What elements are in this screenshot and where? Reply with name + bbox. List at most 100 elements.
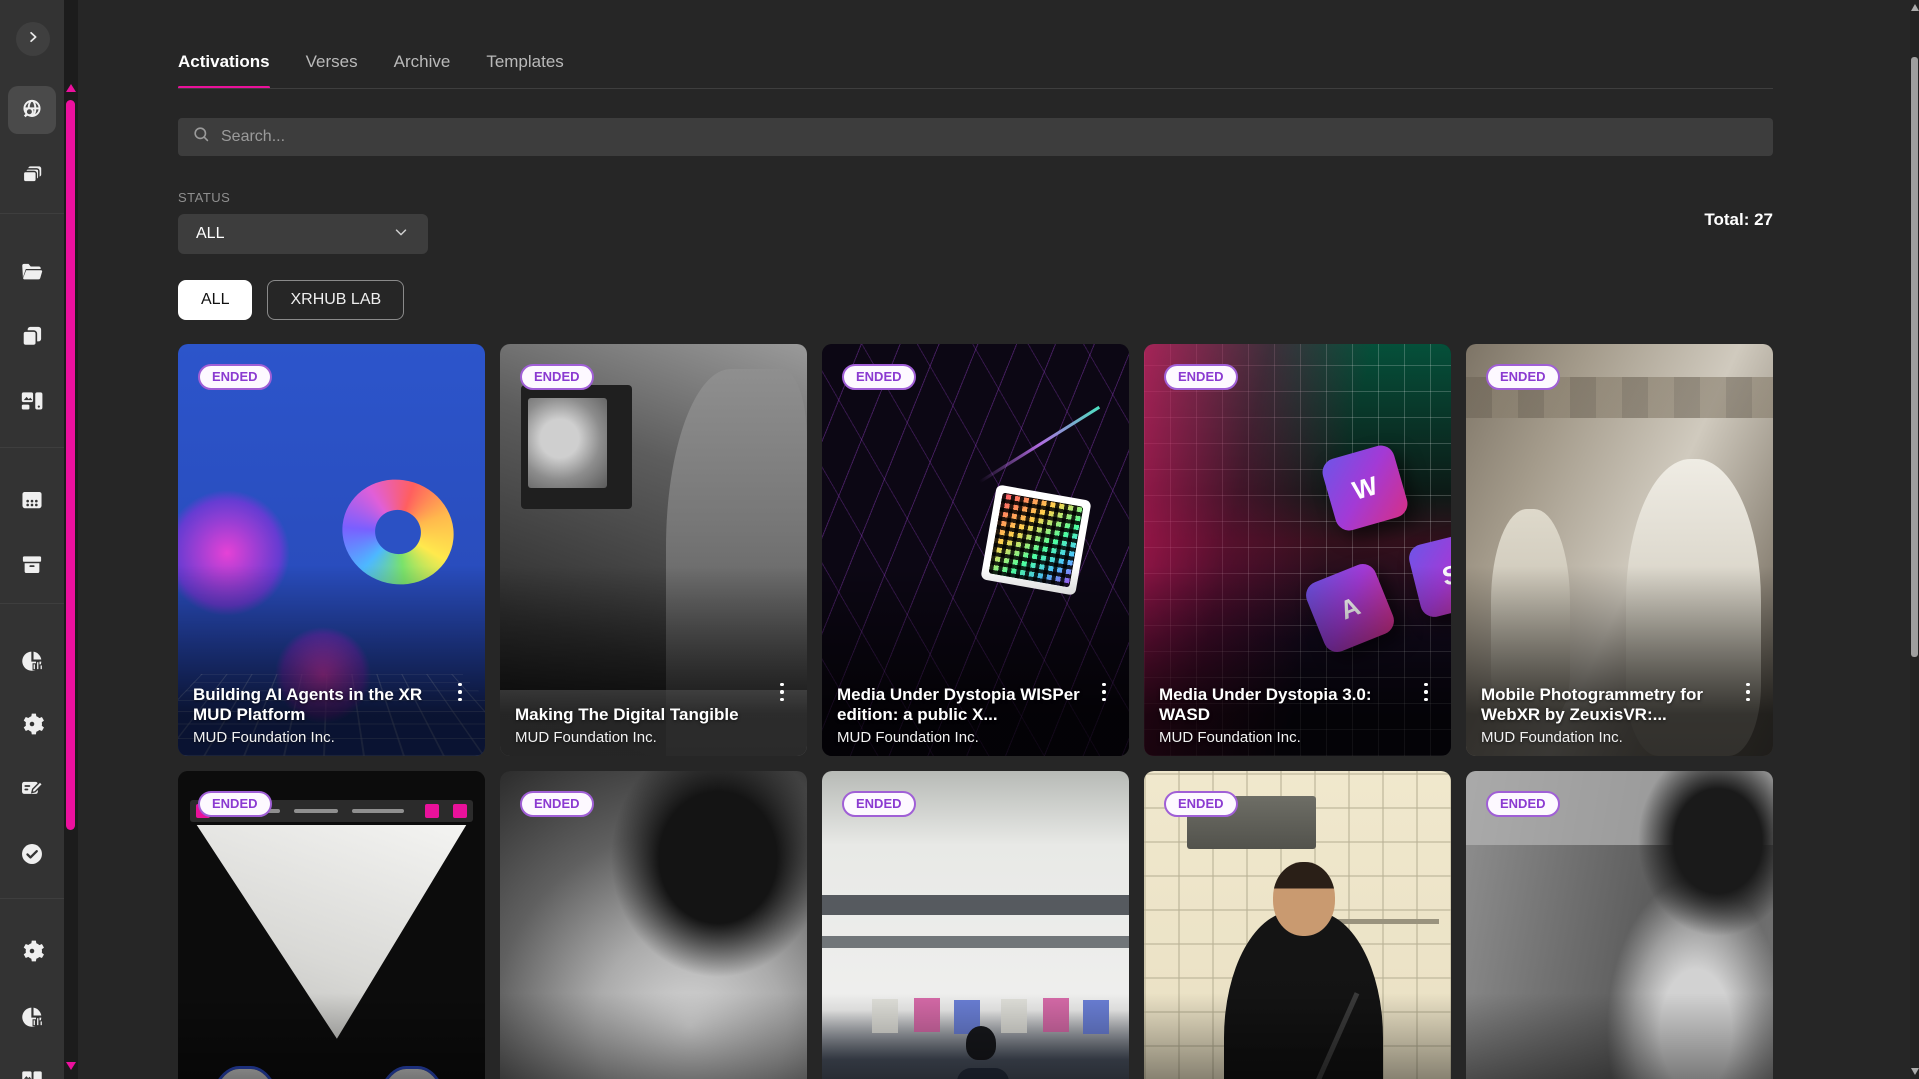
card-text: Mobile Photogrammetry for WebXR by Zeuxi… — [1481, 685, 1729, 746]
total-count: Total: 27 — [1704, 210, 1773, 230]
decor-screen — [528, 398, 608, 489]
card-text: Making The Digital Tangible MUD Foundati… — [515, 705, 763, 746]
card-text: Media Under Dystopia 3.0: WASD MUD Found… — [1159, 685, 1407, 746]
status-badge: ENDED — [520, 364, 594, 390]
decor-keycap-w: W — [1319, 442, 1411, 534]
tab-templates[interactable]: Templates — [486, 52, 563, 84]
sidebar-item-settings-2[interactable] — [8, 927, 56, 975]
sidebar-item-archive[interactable] — [8, 541, 56, 589]
status-badge: ENDED — [1486, 364, 1560, 390]
card-menu-button[interactable] — [1415, 678, 1437, 706]
stacked-cards-icon — [19, 162, 45, 188]
calendar-icon — [19, 487, 45, 513]
card-menu-button[interactable] — [1093, 678, 1115, 706]
decor-hair — [611, 771, 807, 977]
sidebar-item-media[interactable] — [8, 377, 56, 425]
sidebar — [0, 0, 64, 1079]
card-org: MUD Foundation Inc. — [1481, 729, 1729, 746]
decor-shape — [294, 809, 338, 813]
search-icon — [192, 125, 211, 149]
scroll-up-arrow-icon[interactable] — [66, 84, 76, 92]
folder-open-icon — [19, 259, 45, 285]
status-label: STATUS — [178, 190, 230, 205]
archive-box-icon — [19, 552, 45, 578]
window-scrollbar[interactable] — [1910, 0, 1919, 1079]
tab-activations[interactable]: Activations — [178, 52, 270, 84]
card-title: Media Under Dystopia 3.0: WASD — [1159, 685, 1407, 726]
globe-search-icon — [19, 97, 45, 123]
card-title: Media Under Dystopia WISPer edition: a p… — [837, 685, 1085, 726]
card-text: Media Under Dystopia WISPer edition: a p… — [837, 685, 1085, 746]
sidebar-divider — [0, 603, 64, 604]
activation-card[interactable]: ENDED — [1466, 771, 1773, 1079]
status-badge: ENDED — [1486, 791, 1560, 817]
card-shade — [1144, 993, 1451, 1079]
image-grid-icon — [19, 1067, 45, 1079]
sidebar-item-projects[interactable] — [8, 248, 56, 296]
scroll-down-arrow-icon[interactable] — [66, 1062, 76, 1070]
status-dropdown-value: ALL — [196, 225, 224, 243]
status-badge: ENDED — [842, 791, 916, 817]
status-dropdown[interactable]: ALL — [178, 214, 428, 254]
activation-card[interactable]: W A S ENDED Media Under Dystopia 3.0: WA… — [1144, 344, 1451, 756]
tab-archive[interactable]: Archive — [394, 52, 451, 84]
activation-card[interactable]: ENDED — [500, 771, 807, 1079]
card-title: Making The Digital Tangible — [515, 705, 763, 726]
activation-card[interactable]: ENDED Media Under Dystopia WISPer editio… — [822, 344, 1129, 756]
sidebar-item-settings[interactable] — [8, 700, 56, 748]
sidebar-divider — [0, 898, 64, 899]
status-badge: ENDED — [198, 791, 272, 817]
decor-shape — [425, 804, 439, 818]
activation-card[interactable]: ENDED Making The Digital Tangible MUD Fo… — [500, 344, 807, 756]
decor-shape — [453, 804, 467, 818]
search-input[interactable] — [221, 128, 1759, 146]
status-badge: ENDED — [842, 364, 916, 390]
sidebar-item-templates[interactable] — [8, 1056, 56, 1079]
gear-icon — [19, 938, 45, 964]
activation-card[interactable]: ENDED — [1144, 771, 1451, 1079]
sidebar-scrollbar[interactable] — [64, 0, 78, 1079]
app-root: { "appearance": { "accent_pink": "#e9119… — [0, 0, 1919, 1079]
check-circle-icon — [19, 841, 45, 867]
gear-icon — [19, 711, 45, 737]
card-org: MUD Foundation Inc. — [1159, 729, 1407, 746]
tab-label: Templates — [486, 52, 563, 71]
activation-card-grid: ENDED Building AI Agents in the XR MUD P… — [178, 344, 1773, 1079]
filter-xrhub-lab-button[interactable]: XRHUB LAB — [267, 280, 404, 320]
decor-hair — [1638, 771, 1773, 936]
decor-shape — [370, 504, 427, 560]
sidebar-item-collections[interactable] — [8, 312, 56, 360]
scroll-down-arrow-icon[interactable] — [1911, 1068, 1919, 1075]
card-menu-button[interactable] — [449, 678, 471, 706]
tab-verses[interactable]: Verses — [306, 52, 358, 84]
tab-label: Archive — [394, 52, 451, 71]
sidebar-item-calendar[interactable] — [8, 476, 56, 524]
sidebar-item-approvals[interactable] — [8, 830, 56, 878]
decor-face — [1273, 862, 1335, 936]
activation-card[interactable]: ENDED Mobile Photogrammetry for WebXR by… — [1466, 344, 1773, 756]
card-org: MUD Foundation Inc. — [837, 729, 1085, 746]
decor-streak — [979, 406, 1100, 483]
sidebar-item-analytics[interactable] — [8, 637, 56, 685]
card-shade — [822, 993, 1129, 1079]
status-badge: ENDED — [520, 791, 594, 817]
sidebar-scrollbar-thumb[interactable] — [66, 100, 75, 830]
image-phone-icon — [19, 388, 45, 414]
card-shade — [1466, 993, 1773, 1079]
card-menu-button[interactable] — [1737, 678, 1759, 706]
sidebar-item-explore[interactable] — [8, 86, 56, 134]
activation-card[interactable]: ENDED Building AI Agents in the XR MUD P… — [178, 344, 485, 756]
sidebar-expand-button[interactable] — [16, 22, 50, 56]
scroll-up-arrow-icon[interactable] — [1911, 4, 1919, 11]
filter-all-button[interactable]: ALL — [178, 280, 252, 320]
card-menu-button[interactable] — [771, 678, 793, 706]
decor-shape — [352, 809, 404, 813]
activation-card[interactable]: ENDED — [178, 771, 485, 1079]
sidebar-item-verses[interactable] — [8, 151, 56, 199]
sidebar-item-card-edit[interactable] — [8, 764, 56, 812]
search-bar — [178, 118, 1773, 156]
sidebar-item-analytics-2[interactable] — [8, 993, 56, 1041]
window-scrollbar-thumb[interactable] — [1911, 57, 1918, 657]
activation-card[interactable]: ENDED — [822, 771, 1129, 1079]
card-edit-icon — [19, 775, 45, 801]
